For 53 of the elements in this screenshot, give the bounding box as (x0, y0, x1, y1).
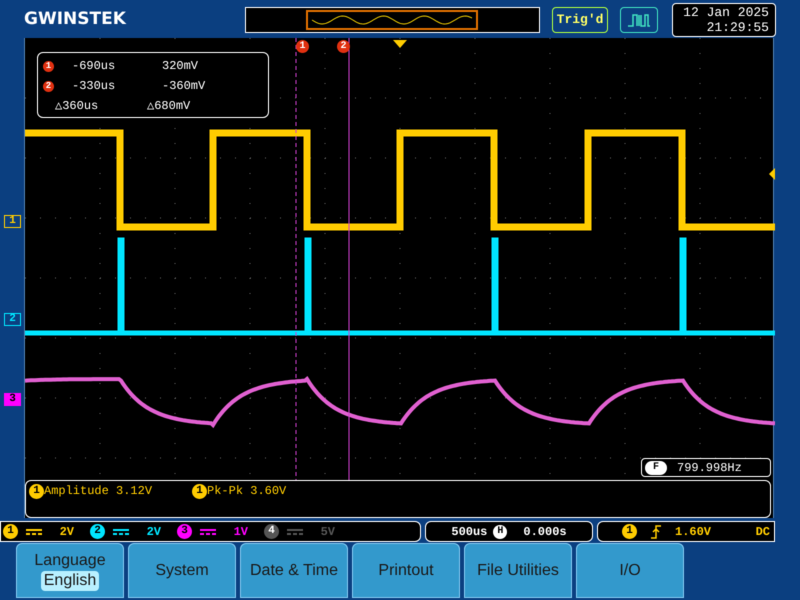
time-text: 21:29:55 (706, 20, 769, 35)
channel-marker: 2 (4, 313, 21, 326)
channel-marker: 3 (4, 393, 21, 406)
cursor-marker: 2 (337, 40, 350, 53)
channel-number-icon: 3 (177, 524, 192, 539)
menu-button[interactable]: Language English (16, 543, 124, 598)
dc-coupling-icon (200, 528, 216, 536)
trigger-level: 1.60V (675, 524, 712, 540)
channel-scale: 2V (146, 524, 161, 540)
channel-number-icon: 1 (3, 524, 18, 539)
trigger-position-icon (393, 40, 407, 48)
dc-coupling-icon (26, 528, 42, 536)
rising-edge-icon (651, 524, 661, 538)
channel-number-icon: 4 (264, 524, 279, 539)
dc-coupling-icon (287, 528, 303, 536)
frequency-value: 799.998Hz (677, 460, 742, 476)
trigger-status: Trig'd (552, 7, 608, 33)
channel-scale: 1V (232, 524, 248, 540)
channel-number-icon: 1 (192, 484, 208, 498)
menu-button[interactable]: Date & Time (240, 543, 348, 598)
pulse-icon (628, 13, 650, 27)
date-text: 12 Jan 2025 (683, 5, 769, 20)
channel-number-icon: 1 (622, 524, 637, 539)
brand-logo: GWINSTEK (24, 8, 128, 32)
channel-number-icon: 2 (90, 524, 105, 539)
cursor-time: -690us (72, 58, 116, 75)
cursor-time: -330us (72, 78, 116, 95)
channel-scale: 2V (58, 524, 74, 540)
menu-label: Language (34, 550, 106, 570)
cursor-voltage: -360mV (162, 78, 206, 95)
delta-time: △360us (55, 98, 100, 115)
delta-voltage: △680mV (147, 98, 190, 115)
measurement-value: Amplitude 3.12V (44, 483, 152, 500)
dc-coupling-icon (113, 528, 129, 536)
horizontal-position-icon: H (493, 524, 508, 538)
trigger-level-icon (769, 168, 775, 180)
measurement-value: Pk-Pk 3.60V (207, 483, 286, 500)
timebase-scale: 500us (451, 524, 488, 540)
menu-button[interactable]: File Utilities (464, 543, 572, 598)
menu-button[interactable]: I/O (576, 543, 684, 598)
cursor-number-icon: 1 (43, 60, 54, 72)
menu-button[interactable]: Printout (352, 543, 460, 598)
trigger-coupling: DC (756, 524, 770, 540)
cursor-marker: 1 (296, 40, 309, 53)
channel-marker: 1 (4, 215, 21, 228)
menu-value: English (40, 570, 100, 590)
cursor-number-icon: 2 (43, 80, 54, 92)
frequency-icon: F (645, 460, 667, 474)
cursor-voltage: 320mV (162, 58, 198, 75)
menu-button[interactable]: System (128, 543, 236, 598)
channel-number-icon: 1 (29, 484, 44, 498)
channel-scale: 5V (320, 524, 335, 540)
horizontal-position: 0.000s (523, 524, 567, 540)
